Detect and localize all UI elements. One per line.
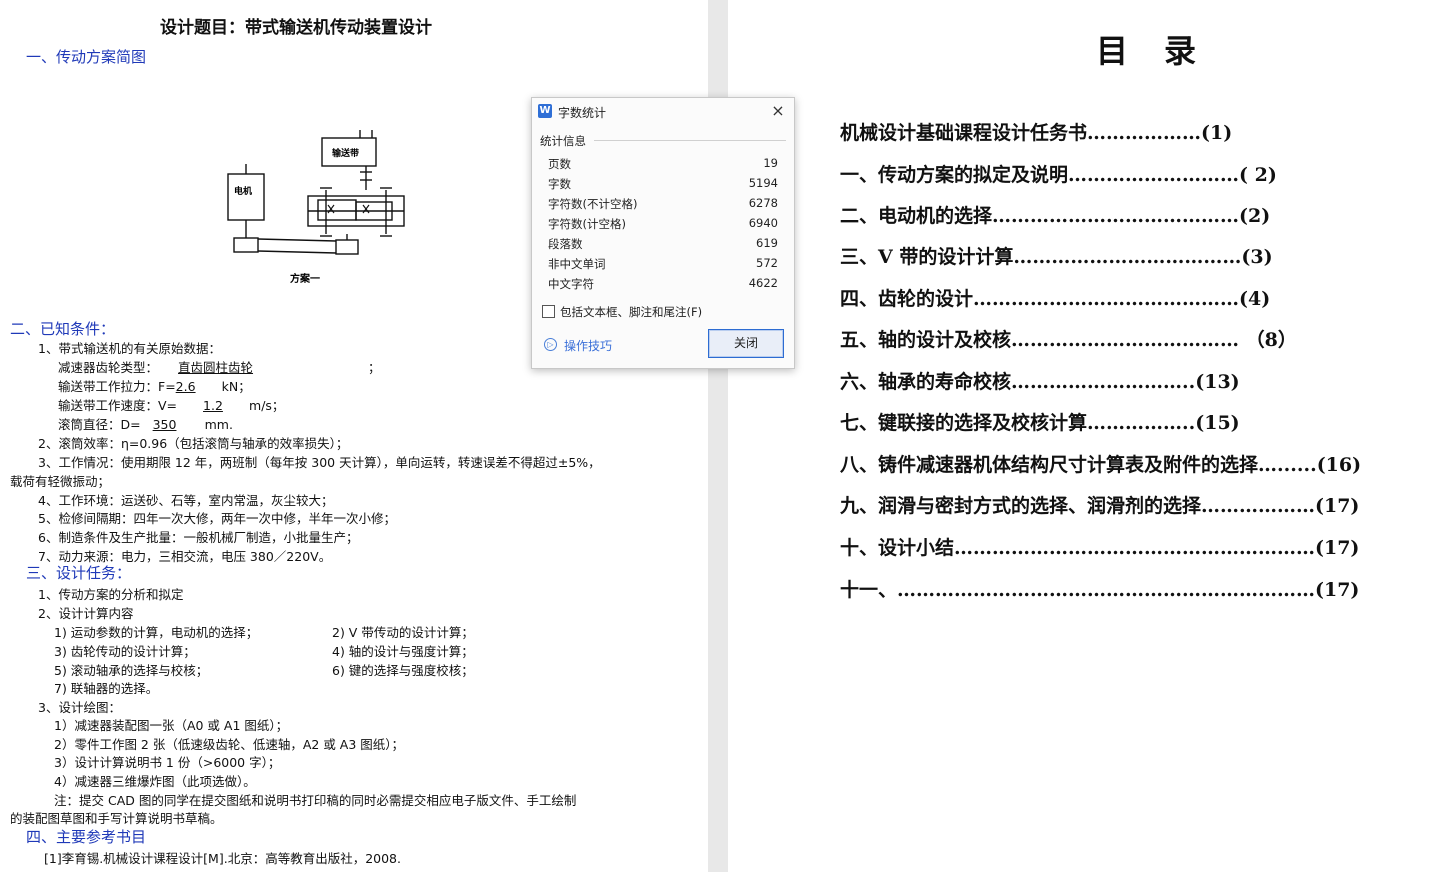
condition-drum: 滚筒直径：D= 350 mm. bbox=[58, 417, 233, 432]
stat-label: 字符数(计空格) bbox=[548, 217, 626, 231]
toc-item[interactable]: 二、电动机的选择…………………………………(2) bbox=[840, 201, 1432, 228]
task-item-3: 3、设计绘图： bbox=[38, 700, 121, 715]
stat-value: 6278 bbox=[748, 196, 778, 210]
stats-section-label: 统计信息 bbox=[540, 134, 586, 148]
stat-row-paragraphs: 段落数 619 bbox=[548, 236, 778, 254]
close-button[interactable]: 关闭 bbox=[708, 329, 784, 358]
condition-item-3-cont: 载荷有轻微振动； bbox=[10, 474, 111, 489]
word-count-dialog: W 字数统计 × 统计信息 页数 19 字数 5194 字符数(不计空格) 62… bbox=[531, 97, 795, 369]
toc-item[interactable]: 十一、…………………………………………………………(17) bbox=[840, 575, 1432, 602]
document-page-right: 目录 机械设计基础课程设计任务书………………(1) 一、传动方案的拟定及说明……… bbox=[728, 0, 1444, 872]
toc-item[interactable]: 机械设计基础课程设计任务书………………(1) bbox=[840, 118, 1432, 145]
calc-item-4: 4) 轴的设计与强度计算； bbox=[332, 644, 474, 659]
toc-title: 目录 bbox=[1096, 32, 1233, 70]
stat-label: 段落数 bbox=[548, 237, 583, 251]
close-icon[interactable]: × bbox=[768, 102, 788, 120]
task-item-1: 1、传动方案的分析和拟定 bbox=[38, 587, 184, 602]
condition-reducer: 减速器齿轮类型： 直齿圆柱齿轮； bbox=[58, 360, 381, 375]
stat-label: 字符数(不计空格) bbox=[548, 197, 638, 211]
dialog-title: 字数统计 bbox=[558, 106, 607, 120]
stat-value: 619 bbox=[756, 236, 778, 250]
drawing-item-3: 3）设计计算说明书 1 份（>6000 字）； bbox=[54, 755, 281, 770]
condition-item-6: 6、制造条件及生产批量：一般机械厂制造，小批量生产； bbox=[38, 530, 359, 545]
stat-row-pages: 页数 19 bbox=[548, 156, 778, 174]
condition-item-2: 2、滚筒效率：η=0.96（包括滚筒与轴承的效率损失）； bbox=[38, 436, 349, 451]
task-item-2: 2、设计计算内容 bbox=[38, 606, 134, 621]
toc-item[interactable]: 四、齿轮的设计……………………………………(4) bbox=[840, 284, 1432, 311]
stat-value: 19 bbox=[763, 156, 778, 170]
section-heading-tasks: 三、设计任务： bbox=[26, 564, 132, 582]
condition-force: 输送带工作拉力：F=2.6 kN； bbox=[58, 379, 251, 394]
toc-item[interactable]: 六、轴承的寿命校核………………………..(13) bbox=[840, 367, 1432, 394]
toc-item[interactable]: 九、润滑与密封方式的选择、润滑剂的选择………………(17) bbox=[840, 491, 1432, 518]
stat-value: 5194 bbox=[748, 176, 778, 190]
tips-icon[interactable]: ▷ bbox=[544, 338, 557, 351]
drawing-item-2: 2）零件工作图 2 张（低速级齿轮、低速轴，A2 或 A3 图纸）； bbox=[54, 737, 405, 752]
motor bbox=[227, 173, 265, 221]
stat-row-chinese-chars: 中文字符 4622 bbox=[548, 276, 778, 294]
condition-speed: 输送带工作速度：V= 1.2 m/s； bbox=[58, 398, 285, 413]
toc-item[interactable]: 十、设计小结…………………………………………………(17) bbox=[840, 533, 1432, 560]
stat-value: 4622 bbox=[748, 276, 778, 290]
calc-item-1: 1) 运动参数的计算，电动机的选择； bbox=[54, 625, 259, 640]
calc-item-3: 3) 齿轮传动的设计计算； bbox=[54, 644, 196, 659]
stat-row-chars-with-spaces: 字符数(计空格) 6940 bbox=[548, 216, 778, 234]
dialog-titlebar[interactable]: W 字数统计 × bbox=[532, 98, 794, 124]
reference-item-1: [1]李育锡.机械设计课程设计[M].北京：高等教育出版社，2008. bbox=[44, 851, 401, 866]
include-footnotes-label[interactable]: 包括文本框、脚注和尾注(F) bbox=[560, 304, 702, 320]
conveyor-label: 输送带 bbox=[332, 147, 359, 159]
stat-row-chars-no-spaces: 字符数(不计空格) 6278 bbox=[548, 196, 778, 214]
condition-item-4: 4、工作环境：运送砂、石等，室内常温，灰尘较大； bbox=[38, 493, 334, 508]
section-heading-conditions: 二、已知条件： bbox=[10, 320, 116, 338]
stat-row-words: 字数 5194 bbox=[548, 176, 778, 194]
drawing-item-4: 4）减速器三维爆炸图（此项选做）。 bbox=[54, 774, 256, 789]
motor-label: 电机 bbox=[234, 185, 252, 197]
condition-item-5: 5、检修间隔期：四年一次大修，两年一次中修，半年一次小修； bbox=[38, 511, 396, 526]
stat-label: 字数 bbox=[548, 177, 571, 191]
page-title: 设计题目：带式输送机传动装置设计 bbox=[160, 18, 432, 38]
toc-item[interactable]: 七、键联接的选择及校核计算……………..(15) bbox=[840, 408, 1432, 435]
tips-link[interactable]: 操作技巧 bbox=[564, 337, 612, 354]
calc-item-2: 2) V 带传动的设计计算； bbox=[332, 625, 474, 640]
calc-item-5: 5) 滚动轴承的选择与校核； bbox=[54, 663, 209, 678]
condition-item-1: 1、带式输送机的有关原始数据： bbox=[38, 341, 221, 356]
toc-item[interactable]: 一、传动方案的拟定及说明………………………( 2) bbox=[840, 160, 1432, 187]
section-heading-scheme: 一、传动方案简图 bbox=[26, 48, 147, 66]
stat-label: 中文字符 bbox=[548, 277, 594, 291]
toc-item[interactable]: 三、V 带的设计计算………………………………(3) bbox=[840, 242, 1432, 269]
calc-item-7: 7) 联轴器的选择。 bbox=[54, 681, 159, 696]
app-icon: W bbox=[538, 104, 552, 118]
stat-label: 页数 bbox=[548, 157, 571, 171]
stat-value: 572 bbox=[756, 256, 778, 270]
stat-row-non-chinese-words: 非中文单词 572 bbox=[548, 256, 778, 274]
stat-value: 6940 bbox=[748, 216, 778, 230]
drawing-item-1: 1）减速器装配图一张（A0 或 A1 图纸）； bbox=[54, 718, 289, 733]
calc-item-6: 6) 键的选择与强度校核； bbox=[332, 663, 474, 678]
toc-item[interactable]: 八、铸件减速器机体结构尺寸计算表及附件的选择…......(16) bbox=[840, 450, 1432, 477]
section-heading-references: 四、主要参考书目 bbox=[26, 828, 147, 846]
toc-item[interactable]: 五、轴的设计及校核……………………………… （8） bbox=[840, 325, 1432, 352]
note-line-2: 的装配图草图和手写计算说明书草稿。 bbox=[10, 811, 223, 826]
section-divider bbox=[594, 140, 786, 141]
condition-item-3: 3、工作情况：使用期限 12 年，两班制（每年按 300 天计算），单向运转，转… bbox=[38, 455, 601, 470]
diagram-caption: 方案一 bbox=[290, 272, 320, 285]
transmission-diagram: 输送带 电机 方案一 bbox=[227, 130, 405, 285]
include-footnotes-checkbox[interactable] bbox=[542, 305, 555, 318]
stat-label: 非中文单词 bbox=[548, 257, 606, 271]
note-line-1: 注：提交 CAD 图的同学在提交图纸和说明书打印稿的同时必需提交相应电子版文件、… bbox=[54, 793, 577, 808]
